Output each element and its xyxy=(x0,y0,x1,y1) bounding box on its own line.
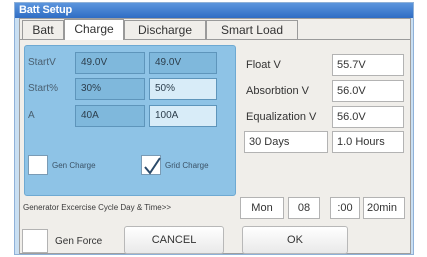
absorption-voltage-label: Absorbtion V xyxy=(246,85,309,97)
equalization-hours-field[interactable]: 1.0 Hours xyxy=(332,131,404,153)
grid-start-percent-field[interactable]: 50% xyxy=(149,78,217,100)
gen-charge-checkbox[interactable] xyxy=(28,155,48,175)
gen-current-field[interactable]: 40A xyxy=(75,105,145,127)
exercise-cycle-label: Generator Excercise Cycle Day & Time>> xyxy=(23,203,172,212)
exercise-minute-field[interactable]: :00 xyxy=(330,197,360,219)
gen-start-percent-field[interactable]: 30% xyxy=(75,78,145,100)
absorption-voltage-field[interactable]: 56.0V xyxy=(332,80,404,102)
current-label: A xyxy=(28,110,35,121)
gen-force-label: Gen Force xyxy=(55,236,103,247)
tab-batt[interactable]: Batt xyxy=(22,20,64,39)
settings-dialog: Batt Charge Discharge Smart Load StartV … xyxy=(19,18,411,254)
grid-start-voltage-field[interactable]: 49.0V xyxy=(149,52,217,74)
tab-bar: Batt Charge Discharge Smart Load xyxy=(20,19,410,41)
generator-charge-panel: StartV 49.0V 49.0V Start% 30% 50% A 40A … xyxy=(24,45,236,196)
tab-discharge[interactable]: Discharge xyxy=(124,20,206,39)
batt-setup-window: Batt Setup Batt Charge Discharge Smart L… xyxy=(14,2,414,255)
float-voltage-label: Float V xyxy=(246,59,281,71)
cancel-button[interactable]: CANCEL xyxy=(124,226,224,254)
gen-force-checkbox[interactable] xyxy=(22,229,48,253)
gen-charge-label: Gen Charge xyxy=(52,161,96,170)
exercise-day-field[interactable]: Mon xyxy=(240,197,284,219)
equalization-days-field[interactable]: 30 Days xyxy=(244,131,328,153)
equalization-voltage-label: Equalization V xyxy=(246,111,317,123)
tab-smart-load[interactable]: Smart Load xyxy=(206,20,298,39)
gen-start-voltage-field[interactable]: 49.0V xyxy=(75,52,145,74)
grid-charge-label: Grid Charge xyxy=(165,161,209,170)
exercise-hour-field[interactable]: 08 xyxy=(288,197,320,219)
window-title: Batt Setup xyxy=(15,3,413,18)
grid-charge-checkbox[interactable] xyxy=(141,155,161,175)
ok-button[interactable]: OK xyxy=(242,226,348,254)
float-voltage-field[interactable]: 55.7V xyxy=(332,54,404,76)
start-voltage-label: StartV xyxy=(28,57,56,68)
tab-charge[interactable]: Charge xyxy=(64,19,124,40)
start-percent-label: Start% xyxy=(28,83,59,94)
exercise-duration-field[interactable]: 20min xyxy=(363,197,405,219)
equalization-voltage-field[interactable]: 56.0V xyxy=(332,106,404,128)
checkmark-icon xyxy=(144,157,161,175)
grid-current-field[interactable]: 100A xyxy=(149,105,217,127)
